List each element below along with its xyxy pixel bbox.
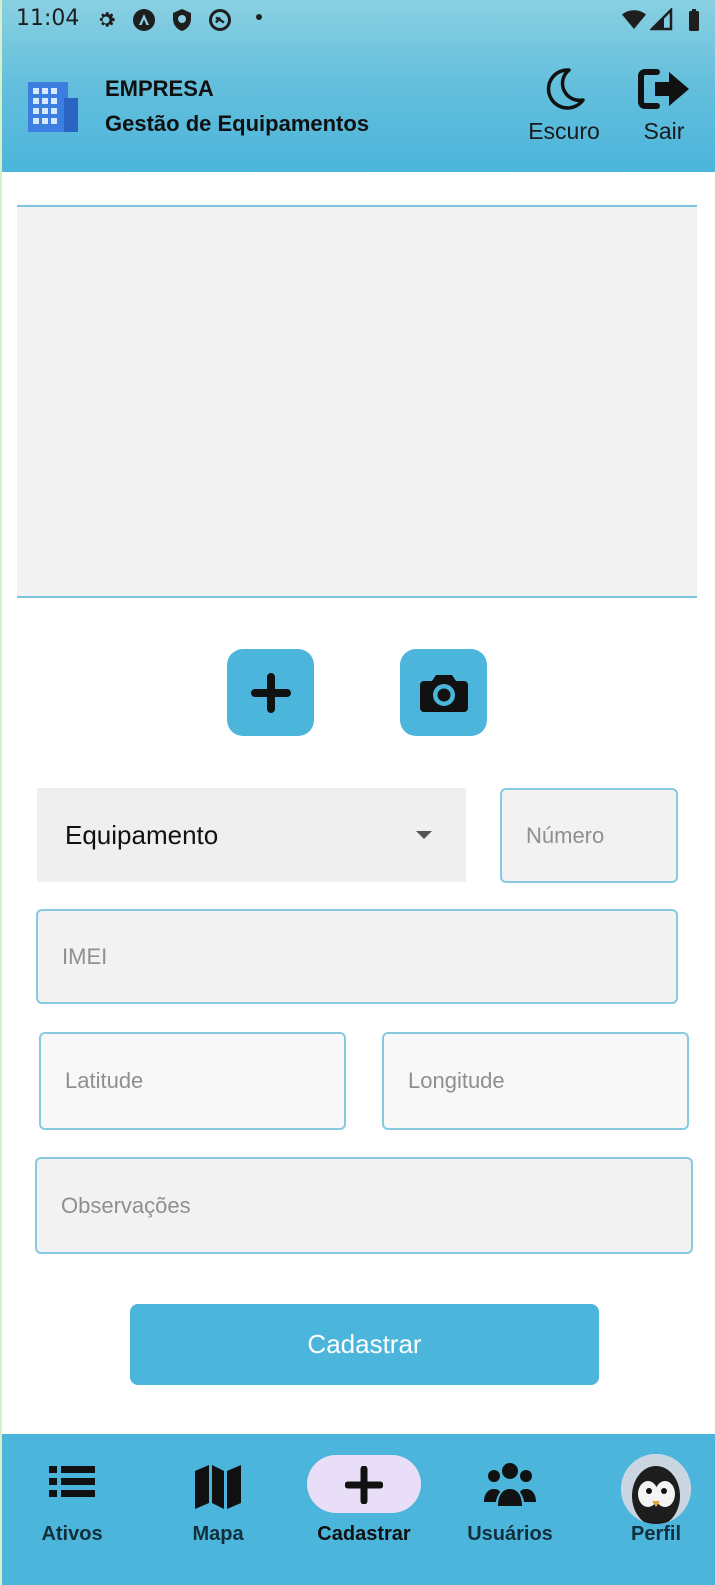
wifi-icon [622, 10, 646, 29]
camera-button[interactable] [400, 649, 487, 736]
status-time: 11:04 [16, 6, 80, 31]
dark-mode-label: Escuro [528, 118, 600, 144]
nav-label-cadastrar: Cadastrar [317, 1523, 411, 1545]
map-icon [195, 1465, 241, 1509]
company-name: EMPRESA [105, 76, 214, 101]
nav-label-perfil: Perfil [630, 1523, 682, 1545]
imei-field[interactable] [36, 909, 678, 1004]
add-photo-button[interactable] [227, 649, 314, 736]
battery-icon [689, 9, 699, 31]
signal-icon [650, 8, 673, 31]
list-icon [49, 1466, 95, 1497]
numero-field[interactable] [500, 788, 678, 883]
nav-item-mapa[interactable]: Mapa [148, 1434, 288, 1585]
app-header: 11:04 EMPRESA Gestão de Equipamentos Esc… [2, 0, 715, 172]
nav-item-cadastrar[interactable]: Cadastrar [294, 1434, 434, 1585]
nav-label-mapa: Mapa [192, 1523, 244, 1545]
latitude-input[interactable] [65, 1034, 344, 1128]
sync-circle-icon [209, 9, 231, 31]
latitude-field[interactable] [39, 1032, 346, 1130]
observacoes-field[interactable] [35, 1157, 693, 1254]
nav-item-usuarios[interactable]: Usuários [440, 1434, 580, 1585]
building-icon [28, 82, 78, 132]
gear-icon [99, 12, 115, 27]
observacoes-input[interactable] [61, 1159, 691, 1252]
avatar [621, 1454, 691, 1524]
app-frame: 11:04 EMPRESA Gestão de Equipamentos Esc… [0, 0, 715, 1585]
longitude-input[interactable] [408, 1034, 687, 1128]
users-icon [484, 1463, 536, 1506]
status-bar: 11:04 [2, 0, 715, 40]
logout-icon [638, 69, 689, 109]
numero-input[interactable] [526, 790, 676, 881]
logout-button[interactable]: Sair [632, 66, 696, 152]
page-title: Gestão de Equipamentos [105, 111, 370, 136]
a-circle-icon [133, 9, 155, 31]
moon-icon [546, 68, 585, 110]
dot-icon [256, 14, 262, 20]
nav-item-ativos[interactable]: Ativos [2, 1434, 142, 1585]
shield-icon [173, 9, 191, 31]
photo-preview [17, 205, 697, 598]
nav-item-perfil[interactable]: Perfil [586, 1434, 715, 1585]
dark-mode-button[interactable]: Escuro [522, 66, 606, 152]
logout-label: Sair [643, 118, 685, 144]
equipment-select[interactable]: Equipamento [37, 788, 466, 882]
submit-button[interactable]: Cadastrar [130, 1304, 599, 1385]
nav-label-usuarios: Usuários [467, 1523, 553, 1545]
chevron-down-icon [416, 831, 432, 839]
longitude-field[interactable] [382, 1032, 689, 1130]
imei-input[interactable] [62, 911, 676, 1002]
camera-icon [419, 674, 468, 712]
plus-icon [250, 672, 291, 713]
bottom-nav: Ativos Mapa Cadastrar Usuários Perfil [2, 1434, 715, 1585]
equipment-select-value: Equipamento [65, 819, 219, 850]
plus-icon [345, 1466, 383, 1504]
nav-label-ativos: Ativos [41, 1523, 103, 1545]
